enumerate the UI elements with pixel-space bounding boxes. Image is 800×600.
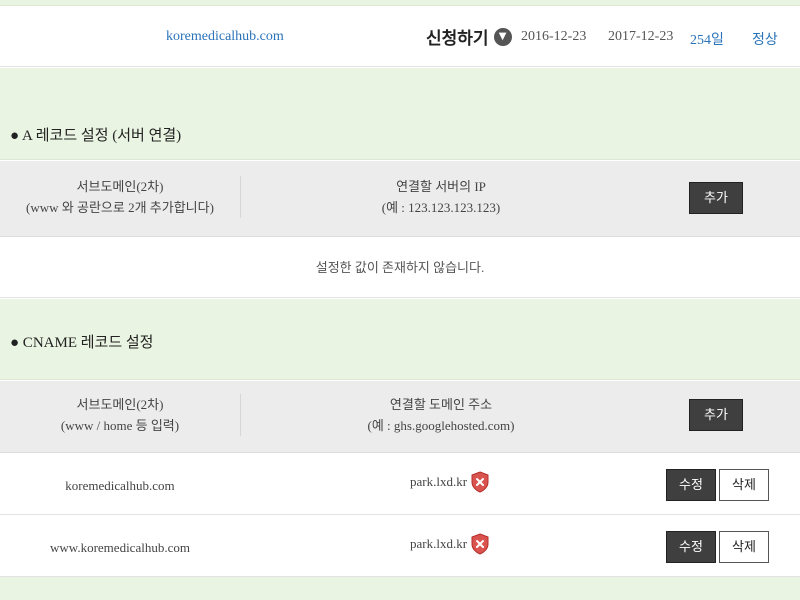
record-subdomain: koremedicalhub.com [65, 478, 175, 493]
record-subdomain: www.koremedicalhub.com [50, 540, 190, 555]
apply-label: 신청하기 [426, 29, 489, 48]
cname-col1-line1: 서브도메인(2차) [76, 397, 164, 412]
bottom-section-strip [0, 577, 800, 600]
cname-col2-line1: 연결할 도메인 주소 [389, 397, 493, 412]
days-left: 254일 [690, 33, 724, 48]
record-target: park.lxd.kr [410, 471, 489, 493]
cname-record-header: ● CNAME 레코드 설정 [0, 299, 800, 380]
delete-button[interactable]: 삭제 [719, 531, 769, 563]
a-record-empty-row: 설정한 값이 존재하지 않습니다. [0, 238, 800, 298]
table-row: www.koremedicalhub.com park.lxd.kr 수정 삭제 [0, 516, 800, 577]
cname-record-add-button[interactable]: 추가 [689, 399, 743, 431]
cname-col1-line2: (www / home 등 입력) [60, 418, 180, 433]
a-col1-line2: (www 와 공란으로 2개 추가합니다) [26, 200, 214, 215]
record-target: park.lxd.kr [410, 533, 489, 555]
start-date: 2016-12-23 [521, 29, 587, 44]
cname-col-domain-address: 연결할 도메인 주소 (예 : ghs.googlehosted.com) [240, 394, 641, 436]
a-record-title: ● A 레코드 설정 (서버 연결) [10, 128, 182, 144]
a-record-table-header: 서브도메인(2차) (www 와 공란으로 2개 추가합니다) 연결할 서버의 … [0, 161, 800, 237]
a-col2-line2: (예 : 123.123.123.123) [381, 200, 501, 215]
chevron-down-icon: ▼ [493, 27, 512, 46]
a-col-server-ip: 연결할 서버의 IP (예 : 123.123.123.123) [240, 176, 641, 218]
record-target-text: park.lxd.kr [410, 536, 468, 551]
table-row: koremedicalhub.com park.lxd.kr 수정 삭제 [0, 454, 800, 515]
a-col1-line1: 서브도메인(2차) [76, 179, 164, 194]
record-target-text: park.lxd.kr [410, 474, 468, 489]
shield-x-icon [471, 471, 489, 493]
cname-col2-line2: (예 : ghs.googlehosted.com) [367, 418, 515, 433]
end-date: 2017-12-23 [608, 29, 674, 44]
cname-record-title: ● CNAME 레코드 설정 [10, 335, 154, 351]
top-strip [0, 0, 800, 6]
a-col2-line1: 연결할 서버의 IP [396, 179, 486, 194]
a-record-empty-message: 설정한 값이 존재하지 않습니다. [315, 260, 485, 275]
a-col-subdomain: 서브도메인(2차) (www 와 공란으로 2개 추가합니다) [0, 176, 240, 218]
apply-button[interactable]: 신청하기 ▼ [426, 24, 512, 49]
a-record-header: ● A 레코드 설정 (서버 연결) [0, 68, 800, 160]
edit-button[interactable]: 수정 [666, 531, 716, 563]
delete-button[interactable]: 삭제 [719, 469, 769, 501]
status-label: 정상 [752, 33, 778, 48]
edit-button[interactable]: 수정 [666, 469, 716, 501]
cname-record-table-header: 서브도메인(2차) (www / home 등 입력) 연결할 도메인 주소 (… [0, 381, 800, 453]
domain-row: koremedicalhub.com 신청하기 ▼ 2016-12-23 201… [0, 7, 800, 67]
shield-x-icon [471, 533, 489, 555]
a-record-add-button[interactable]: 추가 [689, 182, 743, 214]
domain-link[interactable]: koremedicalhub.com [166, 29, 284, 45]
cname-col-subdomain: 서브도메인(2차) (www / home 등 입력) [0, 394, 240, 436]
